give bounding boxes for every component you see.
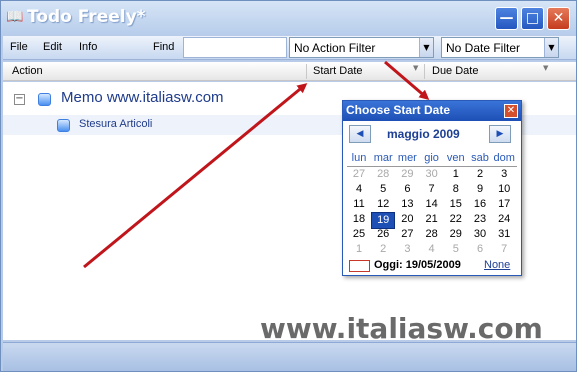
arrow-to-start-column — [83, 83, 308, 269]
arrow-to-calendar — [384, 60, 430, 100]
annotation-arrows — [83, 60, 430, 269]
